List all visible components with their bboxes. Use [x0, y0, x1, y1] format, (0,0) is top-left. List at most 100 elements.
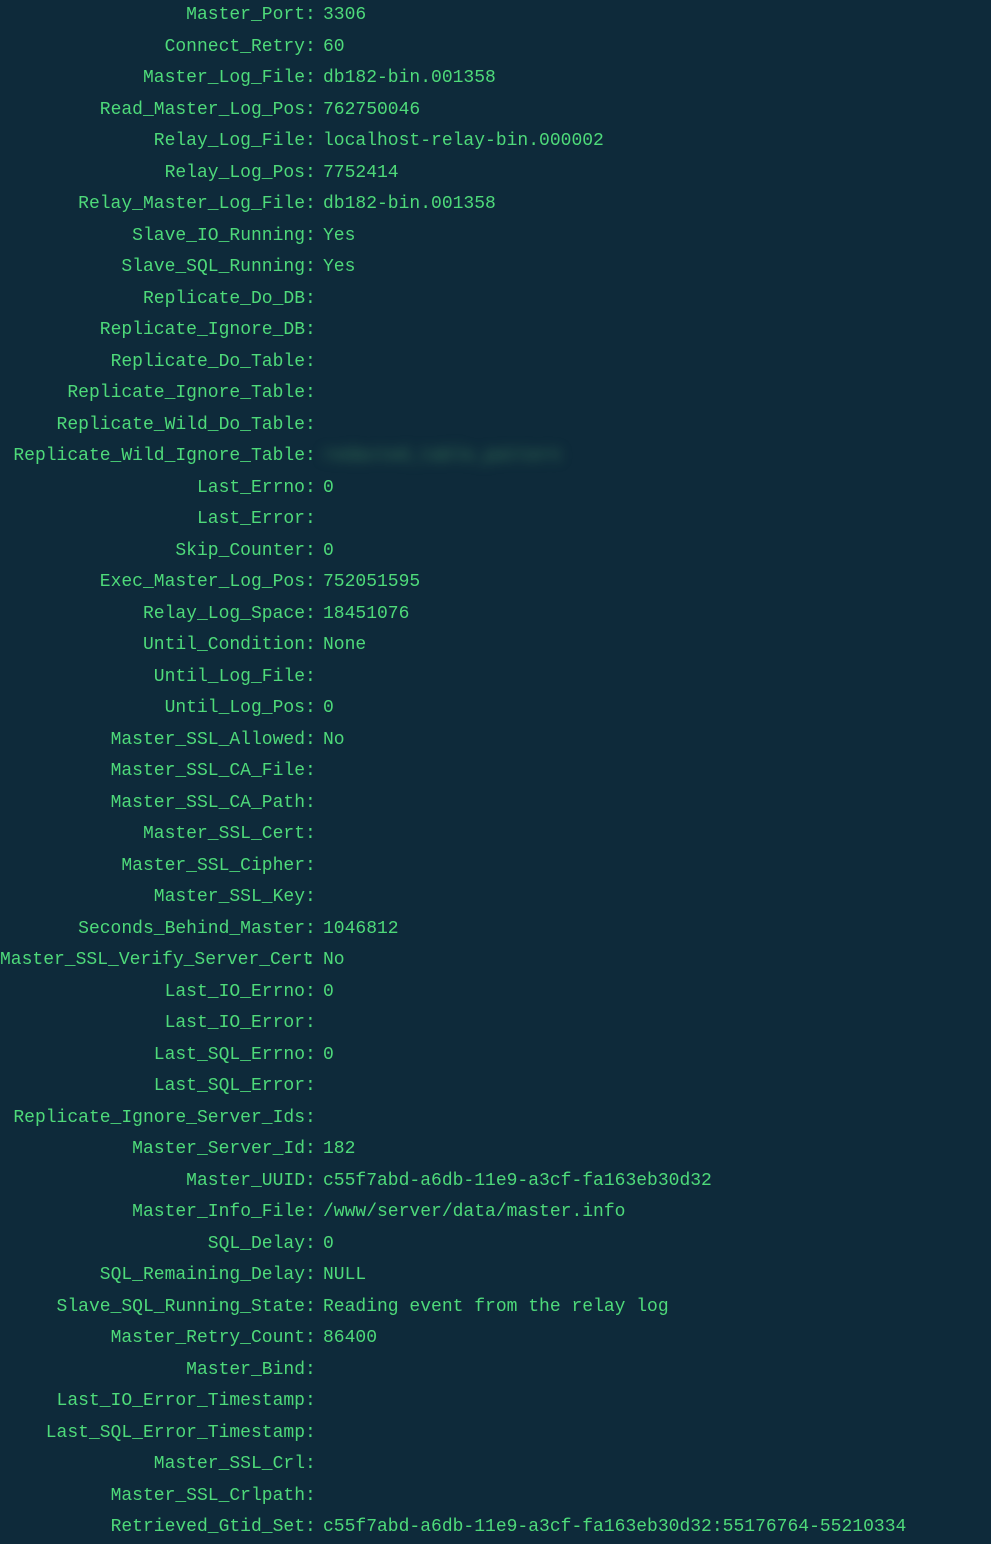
status-label: Until_Log_Pos: [0, 693, 305, 725]
status-label: Last_SQL_Errno: [0, 1040, 305, 1072]
separator: :: [305, 977, 323, 1009]
status-value: [323, 1418, 991, 1450]
status-value: 7752414: [323, 158, 991, 190]
status-value: 0: [323, 1040, 991, 1072]
separator: :: [305, 1355, 323, 1387]
status-value: localhost-relay-bin.000002: [323, 126, 991, 158]
status-label: Master_SSL_CA_Path: [0, 788, 305, 820]
status-row: Master_SSL_Key:: [0, 882, 991, 914]
status-value: db182-bin.001358: [323, 189, 991, 221]
status-row: Last_IO_Error:: [0, 1008, 991, 1040]
separator: :: [305, 1103, 323, 1135]
status-value: [323, 819, 991, 851]
status-row: Last_IO_Error_Timestamp:: [0, 1386, 991, 1418]
status-label: Relay_Log_File: [0, 126, 305, 158]
status-label: Master_SSL_Verify_Server_Cert: [0, 945, 305, 977]
status-label: Last_Error: [0, 504, 305, 536]
separator: :: [305, 1229, 323, 1261]
status-label: SQL_Remaining_Delay: [0, 1260, 305, 1292]
status-value: 762750046: [323, 95, 991, 127]
status-label: Master_SSL_Key: [0, 882, 305, 914]
slave-status-output: Master_Port: 3306Connect_Retry: 60Master…: [0, 0, 991, 1544]
status-label: Master_SSL_CA_File: [0, 756, 305, 788]
status-label: Master_Retry_Count: [0, 1323, 305, 1355]
separator: :: [305, 662, 323, 694]
status-row: Relay_Log_Pos: 7752414: [0, 158, 991, 190]
status-row: Retrieved_Gtid_Set: c55f7abd-a6db-11e9-a…: [0, 1512, 991, 1544]
separator: :: [305, 378, 323, 410]
status-label: Replicate_Ignore_DB: [0, 315, 305, 347]
status-value: 0: [323, 473, 991, 505]
status-value: [323, 347, 991, 379]
status-value: [323, 1449, 991, 1481]
status-row: Skip_Counter: 0: [0, 536, 991, 568]
status-row: Master_Bind:: [0, 1355, 991, 1387]
status-label: Last_SQL_Error: [0, 1071, 305, 1103]
status-label: Master_Info_File: [0, 1197, 305, 1229]
status-value: No: [323, 945, 991, 977]
status-label: Until_Condition: [0, 630, 305, 662]
separator: :: [305, 630, 323, 662]
separator: :: [305, 473, 323, 505]
separator: :: [305, 1260, 323, 1292]
status-label: Skip_Counter: [0, 536, 305, 568]
status-value: [323, 410, 991, 442]
status-value: 1046812: [323, 914, 991, 946]
separator: :: [305, 504, 323, 536]
status-row: Replicate_Ignore_DB:: [0, 315, 991, 347]
separator: :: [305, 126, 323, 158]
separator: :: [305, 1134, 323, 1166]
separator: :: [305, 1481, 323, 1513]
status-row: Last_SQL_Errno: 0: [0, 1040, 991, 1072]
status-label: Last_SQL_Error_Timestamp: [0, 1418, 305, 1450]
separator: :: [305, 284, 323, 316]
separator: :: [305, 0, 323, 32]
status-row: Seconds_Behind_Master: 1046812: [0, 914, 991, 946]
separator: :: [305, 221, 323, 253]
status-label: SQL_Delay: [0, 1229, 305, 1261]
separator: :: [305, 315, 323, 347]
status-value: 752051595: [323, 567, 991, 599]
status-value: /www/server/data/master.info: [323, 1197, 991, 1229]
status-value: [323, 1355, 991, 1387]
status-value: 0: [323, 693, 991, 725]
status-label: Master_SSL_Crl: [0, 1449, 305, 1481]
separator: :: [305, 1323, 323, 1355]
status-value: No: [323, 725, 991, 757]
separator: :: [305, 1449, 323, 1481]
status-row: Master_SSL_Cert:: [0, 819, 991, 851]
separator: :: [305, 63, 323, 95]
status-value: [323, 1008, 991, 1040]
separator: :: [305, 536, 323, 568]
status-row: Until_Log_File:: [0, 662, 991, 694]
separator: :: [305, 945, 323, 977]
status-row: Master_SSL_Allowed: No: [0, 725, 991, 757]
status-label: Replicate_Wild_Do_Table: [0, 410, 305, 442]
status-row: Replicate_Ignore_Table:: [0, 378, 991, 410]
status-value: 0: [323, 977, 991, 1009]
status-row: Slave_IO_Running: Yes: [0, 221, 991, 253]
status-row: Connect_Retry: 60: [0, 32, 991, 64]
status-row: Last_Errno: 0: [0, 473, 991, 505]
status-label: Relay_Master_Log_File: [0, 189, 305, 221]
status-label: Exec_Master_Log_Pos: [0, 567, 305, 599]
status-value: [323, 1071, 991, 1103]
status-value: c55f7abd-a6db-11e9-a3cf-fa163eb30d32: [323, 1166, 991, 1198]
status-row: Master_SSL_CA_Path:: [0, 788, 991, 820]
separator: :: [305, 819, 323, 851]
status-row: Relay_Master_Log_File: db182-bin.001358: [0, 189, 991, 221]
status-label: Slave_SQL_Running: [0, 252, 305, 284]
status-value: db182-bin.001358: [323, 63, 991, 95]
status-label: Replicate_Do_Table: [0, 347, 305, 379]
status-label: Master_SSL_Cert: [0, 819, 305, 851]
separator: :: [305, 1386, 323, 1418]
status-row: SQL_Remaining_Delay: NULL: [0, 1260, 991, 1292]
separator: :: [305, 189, 323, 221]
status-row: Relay_Log_Space: 18451076: [0, 599, 991, 631]
separator: :: [305, 410, 323, 442]
status-label: Last_IO_Errno: [0, 977, 305, 1009]
status-value: c55f7abd-a6db-11e9-a3cf-fa163eb30d32:551…: [323, 1512, 991, 1544]
status-row: SQL_Delay: 0: [0, 1229, 991, 1261]
status-value: NULL: [323, 1260, 991, 1292]
status-label: Last_Errno: [0, 473, 305, 505]
